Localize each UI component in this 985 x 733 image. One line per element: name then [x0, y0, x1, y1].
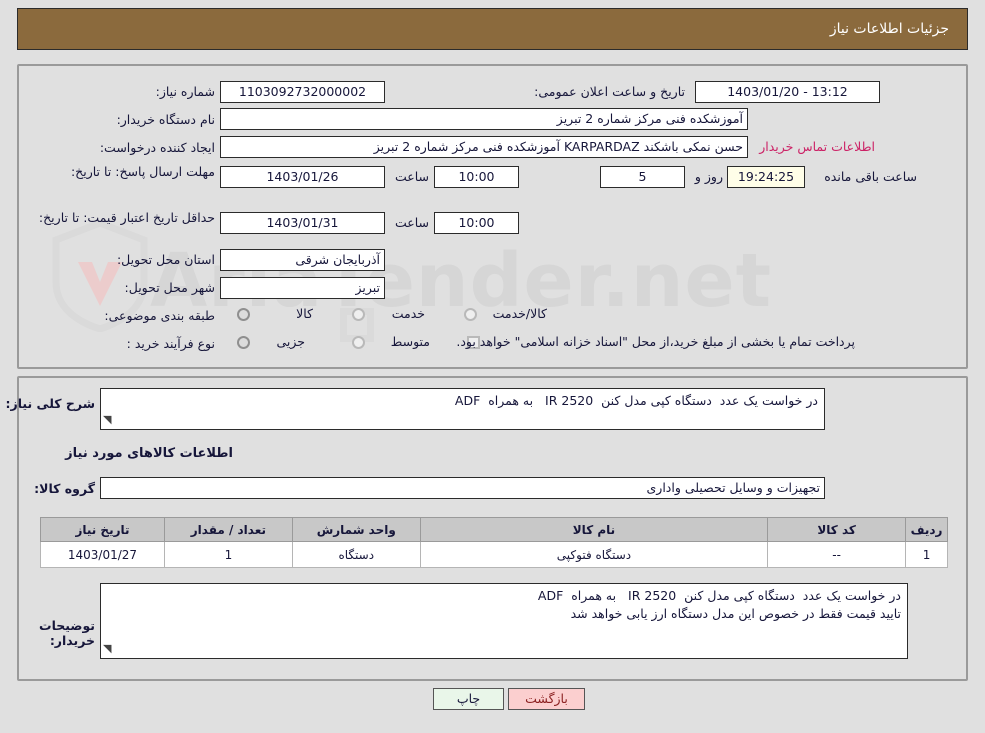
goods-group-field: تجهیزات و وسایل تحصیلی واداری	[100, 477, 825, 499]
buyer-notes-line-2: تایید قیمت فقط در خصوص این مدل دستگاه ار…	[570, 606, 901, 621]
col-tedad: تعداد / مقدار	[163, 517, 293, 542]
page-title: جزئیات اطلاعات نیاز	[829, 21, 949, 37]
validity-label: حداقل تاریخ اعتبار قیمت: تا تاریخ:	[38, 210, 215, 225]
deadline-label: مهلت ارسال پاسخ: تا تاریخ:	[70, 164, 215, 179]
resize-grip-icon[interactable]: ◤	[103, 640, 111, 658]
goods-group-label: گروه کالا:	[34, 481, 95, 496]
need-number-field: 1103092732000002	[220, 81, 385, 103]
deadline-date-field: 1403/01/26	[220, 166, 385, 188]
cell-nam-kala: دستگاه فتوکپی	[419, 541, 769, 568]
cell-radif: 1	[905, 541, 948, 568]
validity-hour-label: ساعت	[394, 215, 429, 230]
buyer-notes-line-1: در خواست یک عدد دستگاه کپی مدل کنن IR 25…	[537, 588, 901, 603]
page-header: جزئیات اطلاعات نیاز	[17, 8, 968, 50]
treasury-note-label: پرداخت تمام یا بخشی از مبلغ خرید،از محل …	[456, 334, 855, 349]
category-option-kala-khedmat: کالا/خدمت	[492, 306, 547, 321]
process-option-jozi: جزیی	[276, 334, 305, 349]
back-button[interactable]: بازگشت	[508, 688, 585, 710]
col-radif: ردیف	[905, 517, 948, 542]
col-nam-kala: نام کالا	[419, 517, 769, 542]
buyer-notes-textarea[interactable]: در خواست یک عدد دستگاه کپی مدل کنن IR 25…	[100, 583, 908, 659]
category-option-khedmat: خدمت	[391, 306, 425, 321]
page-root: AriaTender.net جزئیات اطلاعات نیاز شماره…	[0, 0, 985, 733]
announce-label: تاریخ و ساعت اعلان عمومی:	[534, 84, 685, 99]
validity-hour-field: 10:00	[434, 212, 519, 234]
col-vahed: واحد شمارش	[291, 517, 421, 542]
goods-table: ردیف کد کالا نام کالا واحد شمارش تعداد /…	[40, 517, 948, 568]
buyer-org-field: آموزشکده فنی مرکز شماره 2 تبریز	[220, 108, 748, 130]
buyer-contact-link[interactable]: اطلاعات تماس خریدار	[759, 139, 875, 154]
validity-date-field: 1403/01/31	[220, 212, 385, 234]
city-field: تبریز	[220, 277, 385, 299]
table-header-row: ردیف کد کالا نام کالا واحد شمارش تعداد /…	[40, 517, 948, 542]
buyer-notes-label: توضیحات خریدار:	[39, 618, 95, 648]
cell-vahed: دستگاه	[291, 541, 421, 568]
description-textarea[interactable]: در خواست یک عدد دستگاه کپی مدل کنن IR 25…	[100, 388, 825, 430]
process-radio-motevaset[interactable]	[352, 336, 365, 349]
description-value: در خواست یک عدد دستگاه کپی مدل کنن IR 25…	[454, 393, 818, 408]
announce-field: 13:12 - 1403/01/20	[695, 81, 880, 103]
creator-label: ایجاد کننده درخواست:	[99, 140, 215, 155]
cell-tarikh-niaz: 1403/01/27	[40, 541, 165, 568]
province-label: استان محل تحویل:	[116, 252, 215, 267]
category-radio-khedmat[interactable]	[352, 308, 365, 321]
city-label: شهر محل تحویل:	[124, 280, 215, 295]
process-option-motevaset: متوسط	[390, 334, 430, 349]
remaining-days-label: روز و	[694, 169, 723, 184]
category-radio-kala-khedmat[interactable]	[464, 308, 477, 321]
table-row: 1 -- دستگاه فتوکپی دستگاه 1 1403/01/27	[40, 541, 948, 568]
deadline-hour-field: 10:00	[434, 166, 519, 188]
goods-section-title: اطلاعات کالاهای مورد نیاز	[65, 446, 233, 461]
cell-tedad: 1	[163, 541, 293, 568]
cell-kod-kala: --	[767, 541, 907, 568]
process-label: نوع فرآیند خرید :	[126, 336, 215, 351]
remaining-days-field: 5	[600, 166, 685, 188]
print-button[interactable]: چاپ	[433, 688, 504, 710]
resize-grip-icon[interactable]: ◤	[103, 411, 111, 429]
col-kod-kala: کد کالا	[767, 517, 907, 542]
process-radio-jozi[interactable]	[237, 336, 250, 349]
remaining-time-field: 19:24:25	[727, 166, 805, 188]
description-label: شرح کلی نیاز:	[5, 396, 95, 411]
need-number-label: شماره نیاز:	[155, 84, 215, 99]
col-tarikh-niaz: تاریخ نیاز	[40, 517, 165, 542]
creator-field: حسن نمکی باشکند KARPARDAZ آموزشکده فنی م…	[220, 136, 748, 158]
category-radio-kala[interactable]	[237, 308, 250, 321]
deadline-hour-label: ساعت	[394, 169, 429, 184]
province-field: آذربایجان شرقی	[220, 249, 385, 271]
buyer-org-label: نام دستگاه خریدار:	[116, 112, 215, 127]
remaining-suffix-label: ساعت باقی مانده	[824, 169, 917, 184]
category-option-kala: کالا	[296, 306, 313, 321]
category-label: طبقه بندی موضوعی:	[104, 308, 215, 323]
